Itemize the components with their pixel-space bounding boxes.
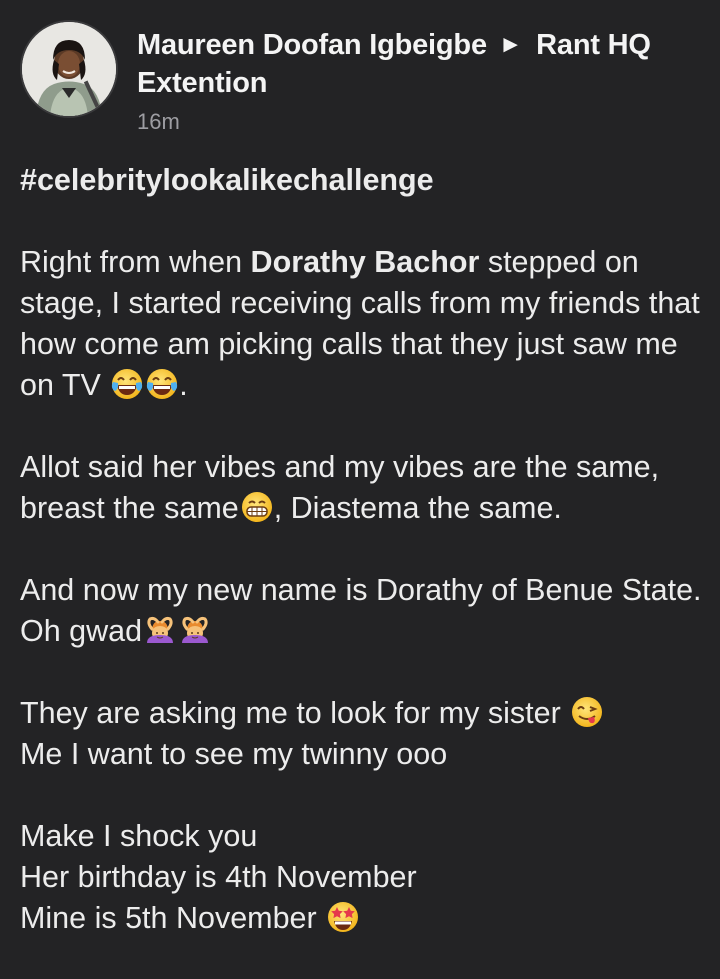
mention-link[interactable]: Dorathy Bachor [251, 245, 480, 279]
post-title: Maureen Doofan Igbeigbe ► Rant HQ Extent… [137, 26, 707, 102]
arrow-right-icon: ► [498, 31, 523, 58]
paragraph-2: Allot said her vibes and my vibes are th… [20, 447, 710, 529]
paragraph-3: And now my new name is Dorathy of Benue … [20, 570, 710, 652]
paragraph-5: Make I shock you [20, 819, 258, 853]
hashtag-link[interactable]: #celebritylookalikechallenge [20, 160, 710, 201]
paragraph-text: Mine is 5th November [20, 901, 326, 935]
post-header: Maureen Doofan Igbeigbe ► Rant HQ Extent… [0, 0, 720, 150]
woman-gesturing-ok-icon [178, 613, 212, 647]
profile-photo [22, 22, 116, 116]
post-timestamp[interactable]: 16m [137, 109, 180, 135]
paragraph-5-line-2: Her birthday is 4th November [20, 860, 417, 894]
paragraph-4-line-2: Me I want to see my twinny ooo [20, 737, 448, 771]
post-body: #celebritylookalikechallenge Right from … [20, 160, 710, 939]
paragraph-4: They are asking me to look for my sister [20, 693, 710, 734]
paragraph-text: Right from when [20, 245, 251, 279]
face-with-tears-of-joy-icon [145, 367, 179, 401]
author-name[interactable]: Maureen Doofan Igbeigbe [137, 29, 487, 61]
paragraph-5-line-3: Mine is 5th November [20, 898, 710, 939]
face-savoring-food-icon [570, 695, 604, 729]
paragraph-text: , Diastema the same. [273, 491, 562, 525]
star-struck-icon [326, 900, 360, 934]
paragraph-text: They are asking me to look for my sister [20, 696, 570, 730]
paragraph-text: And now my new name is Dorathy of Benue … [20, 573, 702, 648]
avatar[interactable] [20, 20, 118, 118]
woman-gesturing-ok-icon [143, 613, 177, 647]
paragraph-1: Right from when Dorathy Bachor stepped o… [20, 242, 710, 406]
paragraph-text: . [179, 368, 188, 402]
grinning-face-icon [240, 490, 274, 524]
face-with-tears-of-joy-icon [110, 367, 144, 401]
